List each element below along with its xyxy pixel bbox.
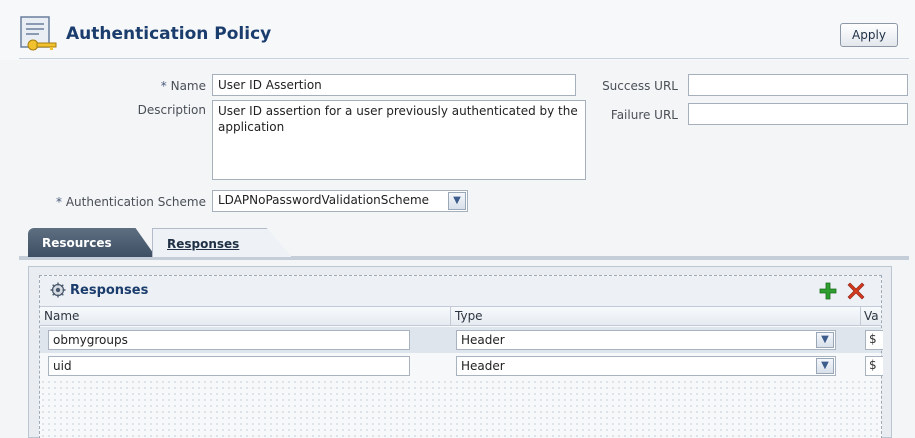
tab-responses[interactable]: Responses: [152, 228, 292, 257]
gear-icon: [50, 282, 66, 298]
scheme-label: * Authentication Scheme: [30, 195, 206, 209]
description-field[interactable]: User ID assertion for a user previously …: [212, 100, 586, 180]
name-label-text: Name: [170, 79, 206, 93]
required-marker: *: [55, 195, 62, 209]
responses-table-region: Responses Name Type Va Header ▼: [39, 275, 883, 438]
column-header-name[interactable]: Name: [44, 309, 79, 323]
apply-button[interactable]: Apply: [840, 23, 898, 47]
responses-column-header: Name Type Va: [40, 306, 881, 326]
success-url-field[interactable]: [688, 74, 908, 96]
name-field[interactable]: [212, 74, 576, 96]
scheme-label-text: Authentication Scheme: [65, 195, 206, 209]
delete-icon[interactable]: [847, 282, 865, 300]
responses-panel-header: Responses: [40, 276, 881, 306]
description-label: Description: [137, 103, 206, 117]
failure-url-field[interactable]: [688, 103, 908, 125]
response-type-value: Header: [461, 333, 505, 347]
chevron-down-icon[interactable]: ▼: [816, 332, 834, 348]
page-header: Authentication Policy Apply: [0, 0, 915, 60]
chevron-down-icon[interactable]: ▼: [816, 358, 834, 374]
response-type-select[interactable]: Header ▼: [456, 356, 836, 376]
required-marker: *: [160, 79, 167, 93]
response-type-select[interactable]: Header ▼: [456, 330, 836, 350]
table-row[interactable]: Header ▼ $: [40, 327, 883, 353]
column-header-value[interactable]: Va: [864, 309, 879, 323]
column-separator: [450, 307, 451, 325]
responses-title: Responses: [70, 283, 149, 298]
tab-resources[interactable]: Resources: [28, 228, 156, 257]
response-value-field[interactable]: $: [865, 356, 883, 376]
responses-panel: Responses Name Type Va Header ▼: [28, 266, 892, 438]
policy-key-icon: [20, 16, 57, 51]
name-label: * Name: [140, 79, 206, 93]
response-type-value: Header: [461, 359, 505, 373]
add-icon[interactable]: [819, 282, 837, 300]
column-separator: [860, 307, 861, 325]
response-name-field[interactable]: [48, 330, 410, 350]
failure-url-label: Failure URL: [610, 108, 678, 122]
authentication-scheme-select[interactable]: LDAPNoPasswordValidationScheme ▼: [212, 190, 468, 212]
chevron-down-icon[interactable]: ▼: [448, 192, 466, 210]
response-name-field[interactable]: [48, 356, 410, 376]
page-title: Authentication Policy: [66, 24, 272, 44]
scheme-selected-value: LDAPNoPasswordValidationScheme: [218, 193, 430, 207]
header-divider: [19, 58, 909, 59]
response-value-field[interactable]: $: [865, 330, 883, 350]
table-row[interactable]: Header ▼ $: [40, 353, 883, 379]
success-url-label: Success URL: [602, 79, 678, 93]
column-header-type[interactable]: Type: [455, 309, 483, 323]
empty-table-area: [40, 379, 881, 438]
authentication-policy-page: Authentication Policy Apply * Name Descr…: [0, 0, 915, 438]
